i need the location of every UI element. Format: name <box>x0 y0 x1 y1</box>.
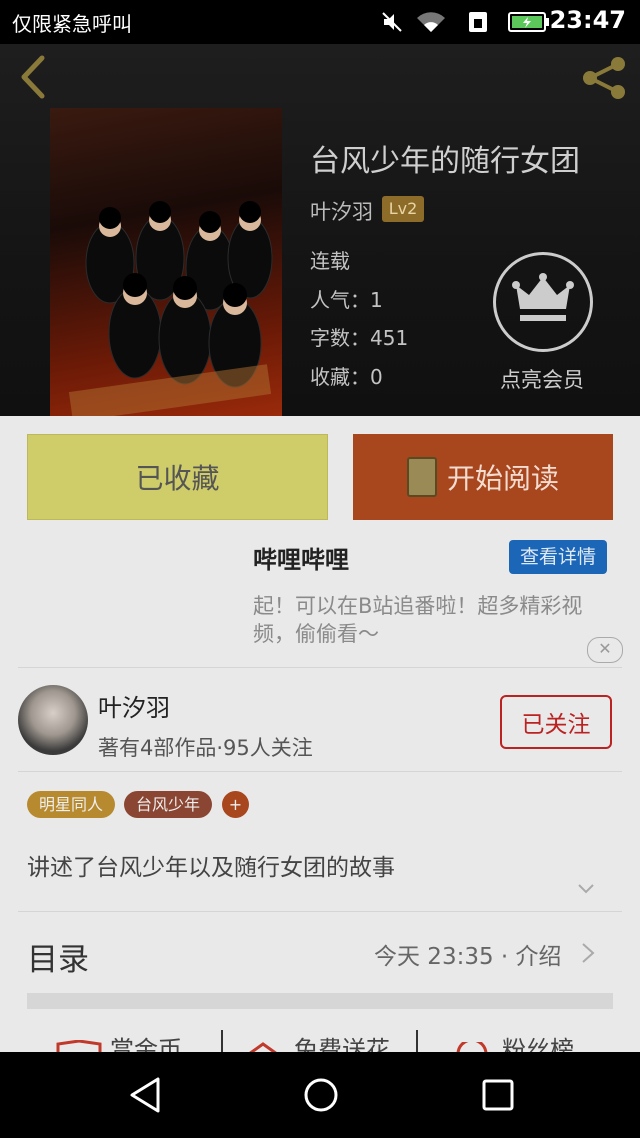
book-wordcount: 字数：451 <box>310 326 409 350</box>
favorited-button[interactable]: 已收藏 <box>27 434 328 520</box>
author-stats: 著有4部作品·95人关注 <box>98 736 313 760</box>
divider <box>18 667 622 668</box>
book-favorites: 收藏：0 <box>310 365 383 389</box>
battery-icon <box>508 12 549 32</box>
tag-chip[interactable]: 明星同人 <box>27 791 115 818</box>
ad-description[interactable]: 起！可以在B站追番啦！超多精彩视 频，偷偷看～ <box>253 592 625 648</box>
home-circle-icon[interactable] <box>303 1077 339 1113</box>
divider <box>18 771 622 772</box>
add-tag-button[interactable]: + <box>222 791 249 818</box>
book-popularity: 人气：1 <box>310 288 383 312</box>
ad-title[interactable]: 哔哩哔哩 <box>253 540 349 575</box>
tag-chip[interactable]: 台风少年 <box>124 791 212 818</box>
book-author[interactable]: 叶汐羽 <box>310 196 373 226</box>
book-cover-image <box>50 108 282 416</box>
avatar[interactable] <box>18 685 88 755</box>
ad-detail-button[interactable]: 查看详情 <box>509 540 607 574</box>
back-triangle-icon[interactable] <box>128 1076 162 1114</box>
vip-crown-button[interactable] <box>493 252 593 352</box>
toc-label[interactable]: 目录 <box>27 934 89 979</box>
clock: 23:47 <box>549 6 626 34</box>
share-icon[interactable] <box>580 54 628 102</box>
toc-meta[interactable]: 今天 23:35 · 介绍 <box>374 937 562 971</box>
start-reading-label: 开始阅读 <box>446 462 559 495</box>
book-icon <box>406 457 437 497</box>
ad-close-icon[interactable]: ✕ <box>587 637 623 663</box>
recents-square-icon[interactable] <box>481 1078 515 1112</box>
mute-icon <box>382 12 402 32</box>
divider <box>18 911 622 912</box>
section-separator <box>27 993 613 1009</box>
ad-desc-line2: 频，偷偷看～ <box>253 622 379 646</box>
tab-separator <box>221 1030 223 1052</box>
book-title: 台风少年的随行女团 <box>310 144 580 179</box>
author-name[interactable]: 叶汐羽 <box>98 688 170 723</box>
carrier-text: 仅限紧急呼叫 <box>12 12 132 36</box>
status-bar: 仅限紧急呼叫 23:47 <box>0 0 640 44</box>
chevron-down-icon[interactable] <box>577 880 595 898</box>
ad-desc-line1: 起！可以在B站追番啦！超多精彩视 <box>253 594 583 618</box>
follow-label: 已关注 <box>521 712 591 738</box>
start-reading-button[interactable]: 开始阅读 <box>353 434 613 520</box>
book-status: 连载 <box>310 249 350 273</box>
crown-icon <box>512 273 574 321</box>
vip-label[interactable]: 点亮会员 <box>500 364 584 394</box>
author-level-badge: Lv2 <box>382 196 424 222</box>
synopsis: 讲述了台风少年以及随行女团的故事 <box>27 855 395 881</box>
chevron-right-icon[interactable] <box>580 942 596 964</box>
favorited-label: 已收藏 <box>135 462 220 495</box>
cover-artwork <box>68 201 273 416</box>
tab-separator <box>416 1030 418 1052</box>
wifi-icon <box>417 12 445 32</box>
system-nav-bar <box>0 1052 640 1138</box>
sim-icon <box>469 12 487 32</box>
back-arrow-icon[interactable] <box>18 54 48 100</box>
follow-button[interactable]: 已关注 <box>500 695 612 749</box>
